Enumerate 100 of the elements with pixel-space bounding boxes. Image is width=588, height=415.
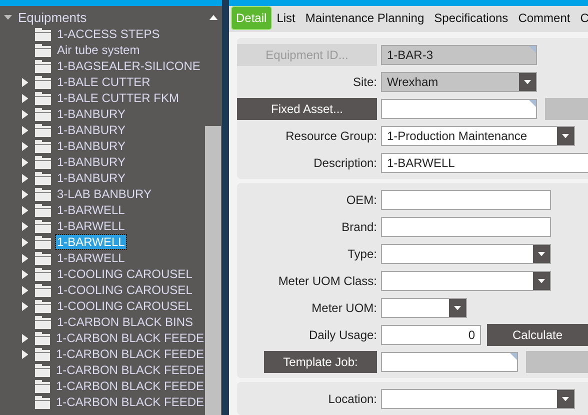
expand-arrow-icon[interactable]: [22, 110, 28, 118]
folder-icon: [34, 348, 50, 360]
expand-arrow-icon[interactable]: [22, 94, 28, 102]
dropdown-field[interactable]: [381, 389, 575, 409]
expand-arrow-icon[interactable]: [22, 206, 28, 214]
tree-item[interactable]: 1-BANBURY: [56, 123, 126, 137]
scrollbar-thumb[interactable]: [205, 126, 221, 415]
folder-icon: [35, 204, 51, 216]
dropdown-caret-icon[interactable]: [533, 272, 550, 290]
disabled-field: [526, 351, 588, 373]
expand-arrow-icon[interactable]: [22, 158, 28, 166]
field-label: Brand:: [342, 220, 377, 234]
calculate-button[interactable]: Calculate: [487, 324, 588, 346]
tree-item[interactable]: 1-CARBON BLACK FEEDE: [54, 331, 205, 345]
tree-item[interactable]: 1-BANBURY: [56, 139, 126, 153]
dropdown-caret-icon[interactable]: [557, 127, 574, 145]
tree-item[interactable]: 1-CARBON BLACK FEEDE: [54, 347, 205, 361]
dropdown-caret-icon[interactable]: [533, 245, 550, 263]
dropdown-field[interactable]: 1-Production Maintenance: [381, 126, 575, 146]
tree-item[interactable]: 1-COOLING CAROUSEL: [56, 283, 194, 297]
tree-item[interactable]: 1-BARWELL: [56, 203, 126, 217]
folder-icon: [35, 156, 51, 168]
field-label: OEM:: [346, 193, 377, 207]
folder-icon: [34, 380, 50, 392]
field-label: Meter UOM:: [312, 301, 377, 315]
tab[interactable]: C: [575, 6, 588, 30]
tree-item[interactable]: 1-COOLING CAROUSEL: [56, 299, 194, 313]
dropdown-field[interactable]: [381, 271, 551, 291]
tree-item[interactable]: 1-BARWELL: [56, 235, 126, 249]
tree-item[interactable]: 1-BANBURY: [56, 155, 126, 169]
expanded-triangle-icon[interactable]: [4, 15, 12, 20]
expand-arrow-icon[interactable]: [22, 286, 28, 294]
tree-item[interactable]: Air tube system: [56, 43, 141, 57]
tree-item[interactable]: 1-BANBURY: [56, 107, 126, 121]
dropdown-caret-icon[interactable]: [449, 299, 466, 317]
disabled-field: [545, 98, 588, 120]
folder-icon: [35, 140, 51, 152]
tree-item[interactable]: 1-BALE CUTTER FKM: [56, 91, 180, 105]
tree-item[interactable]: 1-COOLING CAROUSEL: [56, 267, 194, 281]
folder-icon: [35, 76, 51, 88]
dropdown-field[interactable]: [381, 298, 467, 318]
dropdown-field[interactable]: Wrexham: [381, 72, 537, 92]
field-label: Type:: [348, 247, 377, 261]
tree-item[interactable]: 1-BARWELL: [56, 219, 126, 233]
folder-icon: [35, 108, 51, 120]
dropdown-caret-icon[interactable]: [557, 390, 574, 408]
expand-arrow-icon[interactable]: [22, 126, 28, 134]
expand-arrow-icon[interactable]: [22, 334, 28, 342]
expand-arrow-icon[interactable]: [22, 270, 28, 278]
folder-icon: [35, 124, 51, 136]
field-label: Location:: [328, 392, 377, 406]
field-label: Meter UOM Class:: [278, 274, 377, 288]
lookup-button[interactable]: Fixed Asset...: [237, 98, 377, 120]
tree-item[interactable]: 1-CARBON BLACK FEEDE: [54, 379, 205, 393]
collapse-caret-icon[interactable]: [209, 14, 218, 20]
lookup-button[interactable]: Template Job:: [264, 351, 377, 373]
tab[interactable]: Specifications: [429, 6, 514, 30]
corner-mark-icon: [510, 353, 517, 360]
tree-item[interactable]: 1-ACCESS STEPS: [56, 27, 161, 41]
expand-arrow-icon[interactable]: [22, 142, 28, 150]
folder-icon: [34, 332, 50, 344]
tree-item[interactable]: 1-CARBON BLACK BINS: [56, 315, 194, 329]
expand-arrow-icon[interactable]: [22, 302, 28, 310]
expand-arrow-icon[interactable]: [22, 350, 28, 358]
tab[interactable]: List: [272, 6, 300, 30]
tab[interactable]: Comment: [513, 6, 576, 30]
folder-icon: [35, 172, 51, 184]
tree-header[interactable]: Equipments: [18, 10, 203, 25]
folder-icon: [35, 92, 51, 104]
expand-arrow-icon[interactable]: [22, 222, 28, 230]
dropdown-field[interactable]: [381, 244, 551, 264]
input-field[interactable]: [381, 217, 551, 237]
expand-arrow-icon[interactable]: [22, 190, 28, 198]
expand-arrow-icon[interactable]: [22, 78, 28, 86]
input-field[interactable]: 0: [381, 325, 481, 345]
tree-item[interactable]: 1-BANBURY: [56, 171, 126, 185]
tree-item[interactable]: 1-CARBON BLACK FEEDE: [54, 395, 205, 409]
folder-icon: [35, 44, 51, 56]
tree-item[interactable]: 1-CARBON BLACK FEEDE: [54, 363, 205, 377]
field-label: Resource Group:: [286, 129, 377, 143]
input-field[interactable]: [381, 190, 551, 210]
input-field[interactable]: [381, 99, 537, 119]
tree-item[interactable]: 1-BALE CUTTER: [56, 75, 152, 89]
folder-icon: [35, 300, 51, 312]
tab[interactable]: Maintenance Planning: [300, 6, 430, 30]
tree-item[interactable]: 1-BAGSEALER-SILICONE: [56, 59, 202, 73]
input-field[interactable]: 1-BARWELL: [381, 153, 588, 173]
expand-arrow-icon[interactable]: [22, 254, 28, 262]
dropdown-caret-icon[interactable]: [519, 73, 536, 91]
expand-arrow-icon[interactable]: [22, 174, 28, 182]
folder-icon: [35, 236, 51, 248]
folder-icon: [35, 268, 51, 280]
corner-mark-icon: [529, 100, 536, 107]
field-label: Daily Usage:: [308, 328, 377, 342]
expand-arrow-icon[interactable]: [22, 238, 28, 246]
folder-icon: [35, 252, 51, 264]
folder-icon: [35, 284, 51, 296]
tree-item[interactable]: 1-BARWELL: [56, 251, 126, 265]
input-field[interactable]: [381, 352, 518, 372]
tree-item[interactable]: 3-LAB BANBURY: [56, 187, 152, 201]
